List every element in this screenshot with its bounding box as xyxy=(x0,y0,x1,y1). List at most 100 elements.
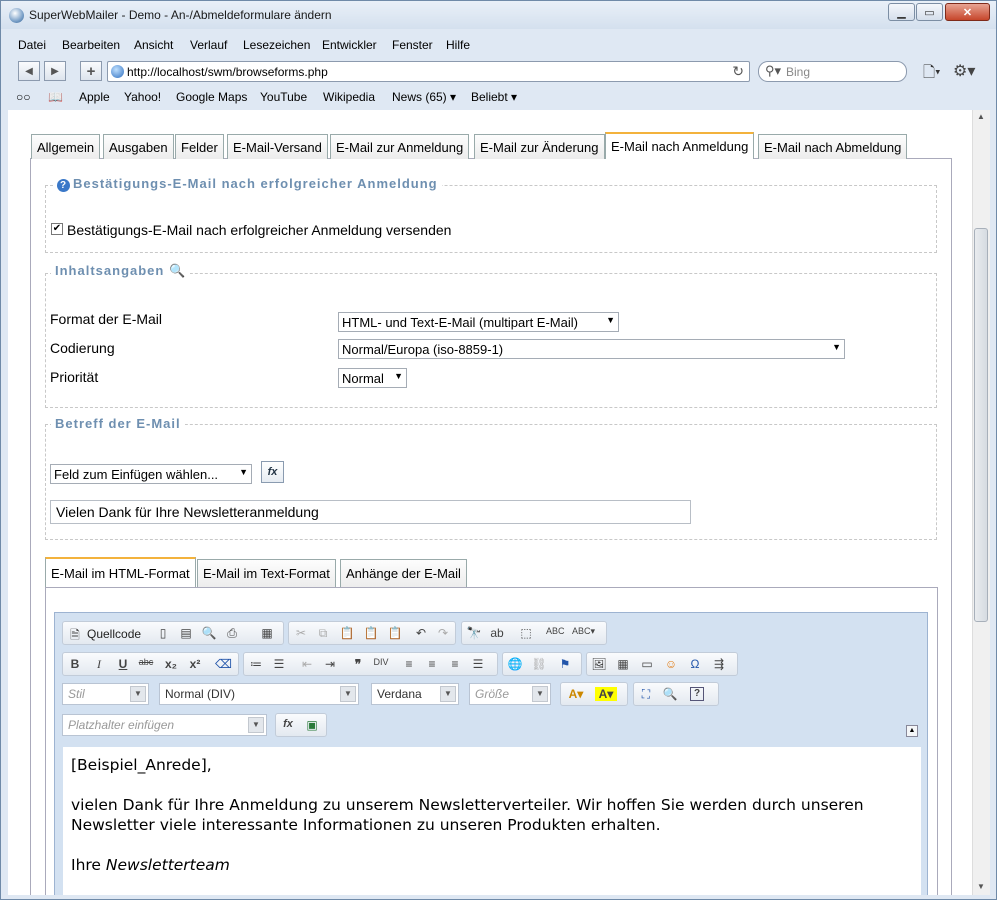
align-right-icon[interactable]: ≡ xyxy=(447,657,463,671)
about-help-icon[interactable]: ? xyxy=(690,687,704,701)
div-container-icon[interactable]: DIV xyxy=(373,657,389,667)
search-box[interactable]: ⚲▾ Bing xyxy=(758,61,907,82)
collapse-toolbar-icon[interactable]: ▲ xyxy=(906,725,918,737)
select-all-icon[interactable]: ⬚ xyxy=(518,626,534,640)
address-bar[interactable]: http://localhost/swm/browseforms.php ↻ xyxy=(107,61,750,82)
close-window-button[interactable]: ✕ xyxy=(945,3,990,21)
bullet-list-icon[interactable]: ☰ xyxy=(271,657,287,671)
tab-allgemein[interactable]: Allgemein xyxy=(31,134,101,159)
link-icon[interactable]: 🌐 xyxy=(507,657,523,671)
reload-icon[interactable]: ↻ xyxy=(732,63,744,80)
superscript-icon[interactable]: x² xyxy=(187,657,203,671)
page-menu-icon[interactable]: 🗋▾ xyxy=(923,62,941,87)
menu-hilfe[interactable]: Hilfe xyxy=(446,38,470,52)
menu-lesezeichen[interactable]: Lesezeichen xyxy=(243,38,310,52)
italic-icon[interactable]: I xyxy=(91,657,107,672)
format-select[interactable]: HTML- und Text-E-Mail (multipart E-Mail)… xyxy=(338,312,619,332)
bookmark-google-maps[interactable]: Google Maps xyxy=(176,90,247,104)
horizontal-rule-icon[interactable]: ▭ xyxy=(639,657,655,671)
tab-felder[interactable]: Felder xyxy=(175,134,224,159)
forward-button[interactable]: ▶ xyxy=(44,61,66,81)
tab-email-zur-anmeldung[interactable]: E-Mail zur Anmeldung xyxy=(330,134,470,159)
menu-verlauf[interactable]: Verlauf xyxy=(190,38,227,52)
show-blocks-icon[interactable]: 🔍 xyxy=(662,687,678,701)
editor-content-area[interactable]: [Beispiel_Anrede], vielen Dank für Ihre … xyxy=(63,747,921,895)
tab-attachments[interactable]: Anhänge der E-Mail xyxy=(340,559,467,588)
scroll-down-icon[interactable]: ▼ xyxy=(977,882,985,891)
tab-email-versand[interactable]: E-Mail-Versand xyxy=(227,134,328,159)
align-center-icon[interactable]: ≡ xyxy=(424,657,440,671)
paste-icon[interactable]: 📋 xyxy=(339,626,355,640)
menu-bearbeiten[interactable]: Bearbeiten xyxy=(62,38,120,52)
style-combo[interactable]: Stil ▼ xyxy=(62,683,149,705)
new-page-icon[interactable]: ▯ xyxy=(155,626,171,640)
menu-entwickler[interactable]: Entwickler xyxy=(322,38,377,52)
spellcheck-icon[interactable]: ABC xyxy=(546,626,565,636)
paste-word-icon[interactable]: 📋 xyxy=(387,626,403,640)
preview-magnifier-icon[interactable]: 🔍 xyxy=(169,263,186,278)
paste-text-icon[interactable]: 📋 xyxy=(363,626,379,640)
paste-from-word-icon[interactable]: ▦ xyxy=(259,626,275,640)
spellcheck-dropdown-icon[interactable]: ABC▾ xyxy=(572,626,595,637)
bookmark-youtube[interactable]: YouTube xyxy=(260,90,307,104)
text-color-icon[interactable]: A▾ xyxy=(565,687,587,701)
subject-input[interactable]: Vielen Dank für Ihre Newsletteranmeldung xyxy=(50,500,691,524)
print-icon[interactable]: ⎙ xyxy=(224,626,240,641)
confirm-checkbox[interactable]: ✔ xyxy=(51,223,63,235)
reading-list-icon[interactable]: ○○ xyxy=(16,90,31,104)
help-icon[interactable]: ? xyxy=(57,179,70,192)
templates-icon[interactable]: ▤ xyxy=(178,626,194,640)
preview-icon[interactable]: 🔍 xyxy=(201,626,217,640)
tab-ausgaben[interactable]: Ausgaben xyxy=(103,134,174,159)
find-icon[interactable]: 🔭 xyxy=(466,626,482,640)
bookmarks-book-icon[interactable]: 📖 xyxy=(48,90,63,104)
undo-icon[interactable]: ↶ xyxy=(413,626,429,640)
cut-icon[interactable]: ✂ xyxy=(293,626,309,640)
priority-select[interactable]: Normal ▼ xyxy=(338,368,407,388)
menu-ansicht[interactable]: Ansicht xyxy=(134,38,173,52)
new-tab-button[interactable]: + xyxy=(80,61,102,81)
maximize-editor-icon[interactable]: ⛶ xyxy=(638,687,654,702)
smiley-icon[interactable]: ☺ xyxy=(663,657,679,671)
tab-html-format[interactable]: E-Mail im HTML-Format xyxy=(45,557,196,588)
back-button[interactable]: ◀ xyxy=(18,61,40,81)
align-justify-icon[interactable]: ☰ xyxy=(470,657,486,671)
unlink-icon[interactable]: ⛓ xyxy=(531,657,547,671)
placeholder-combo[interactable]: Platzhalter einfügen ▼ xyxy=(62,714,267,736)
tab-email-nach-abmeldung[interactable]: E-Mail nach Abmeldung xyxy=(758,134,908,159)
image-icon[interactable]: 🖼 xyxy=(591,657,607,671)
numbered-list-icon[interactable]: ≔ xyxy=(248,657,264,671)
bookmark-wikipedia[interactable]: Wikipedia xyxy=(323,90,375,104)
scroll-up-icon[interactable]: ▲ xyxy=(977,112,985,121)
minimize-button[interactable]: ▁ xyxy=(888,3,915,21)
settings-gear-icon[interactable]: ⚙▾ xyxy=(953,61,975,81)
anchor-flag-icon[interactable]: ⚑ xyxy=(557,657,573,671)
scrollbar-thumb[interactable] xyxy=(974,228,988,622)
indent-icon[interactable]: ⇥ xyxy=(322,657,338,671)
field-insert-select[interactable]: Feld zum Einfügen wählen... ▼ xyxy=(50,464,252,484)
align-left-icon[interactable]: ≡ xyxy=(401,657,417,671)
strikethrough-icon[interactable]: abc xyxy=(138,657,154,667)
menu-datei[interactable]: Datei xyxy=(18,38,46,52)
bookmark-yahoo[interactable]: Yahoo! xyxy=(124,90,161,104)
background-color-icon[interactable]: A▾ xyxy=(595,687,617,701)
source-code-button[interactable]: Quellcode xyxy=(87,627,141,641)
format-combo[interactable]: Normal (DIV) ▼ xyxy=(159,683,359,705)
special-char-icon[interactable]: Ω xyxy=(687,657,703,671)
source-code-icon[interactable]: 🗎 xyxy=(67,626,83,647)
bookmark-apple[interactable]: Apple xyxy=(79,90,110,104)
tab-email-nach-anmeldung[interactable]: E-Mail nach Anmeldung xyxy=(605,132,755,159)
font-combo[interactable]: Verdana ▼ xyxy=(371,683,459,705)
tab-text-format[interactable]: E-Mail im Text-Format xyxy=(197,559,336,588)
replace-icon[interactable]: ab xyxy=(489,626,505,640)
bold-icon[interactable]: B xyxy=(67,657,83,671)
maximize-button[interactable]: ▭ xyxy=(916,3,943,21)
insert-field-icon[interactable]: ▣ xyxy=(304,718,320,732)
blockquote-icon[interactable]: ❞ xyxy=(350,657,366,671)
menu-fenster[interactable]: Fenster xyxy=(392,38,433,52)
remove-format-icon[interactable]: ⌫ xyxy=(215,657,232,671)
page-break-icon[interactable]: ⇶ xyxy=(711,657,727,671)
copy-icon[interactable]: ⧉ xyxy=(315,626,331,641)
redo-icon[interactable]: ↷ xyxy=(435,626,451,640)
table-icon[interactable]: ▦ xyxy=(615,657,631,671)
